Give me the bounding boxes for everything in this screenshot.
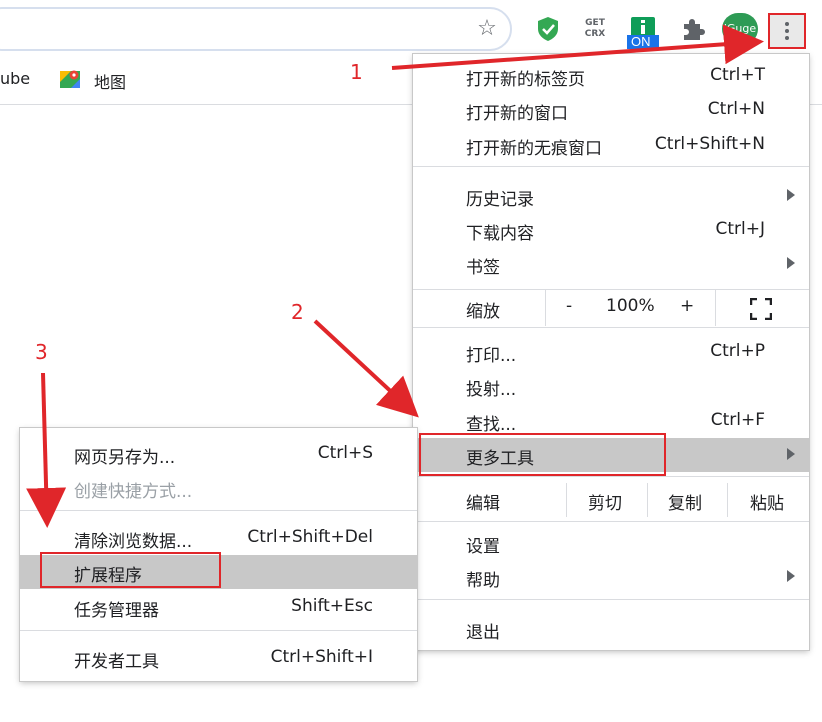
bookmark-youtube[interactable]: ube — [0, 69, 30, 88]
menu-divider — [413, 166, 809, 167]
menu-item-shortcut: Ctrl+N — [707, 99, 765, 119]
menu-item-settings[interactable]: 设置 — [413, 526, 809, 560]
submenu-item-label: 任务管理器 — [74, 601, 159, 621]
iguge-icon[interactable]: iGuge — [722, 13, 758, 45]
submenu-divider — [20, 630, 417, 631]
menu-item-shortcut: Ctrl+F — [710, 410, 765, 430]
chevron-right-icon — [787, 448, 795, 460]
menu-item-label: 帮助 — [466, 571, 500, 591]
menu-item-history[interactable]: 历史记录 — [413, 179, 809, 213]
menu-dot — [785, 22, 789, 26]
chevron-right-icon — [787, 570, 795, 582]
menu-item-label: 投射... — [466, 380, 517, 400]
copy-button[interactable]: 复制 — [668, 489, 702, 514]
menu-divider — [413, 476, 809, 477]
menu-item-label: 下载内容 — [466, 224, 534, 244]
menu-divider — [413, 327, 809, 328]
submenu-item-label: 网页另存为... — [74, 448, 176, 468]
zoom-divider — [545, 290, 546, 326]
submenu-item-shortcut: Ctrl+S — [317, 443, 373, 463]
submenu-item-shortcut: Ctrl+Shift+Del — [247, 527, 373, 547]
browser-toolbar: ☆ GET CRX ON iGuge — [0, 0, 822, 58]
menu-item-exit[interactable]: 退出 — [413, 612, 809, 646]
menu-item-help[interactable]: 帮助 — [413, 560, 809, 594]
chrome-main-menu: 打开新的标签页 Ctrl+T 打开新的窗口 Ctrl+N 打开新的无痕窗口 Ct… — [413, 54, 809, 650]
menu-item-print[interactable]: 打印... Ctrl+P — [413, 335, 809, 369]
menu-item-new-tab[interactable]: 打开新的标签页 Ctrl+T — [413, 59, 809, 93]
menu-item-cast[interactable]: 投射... — [413, 369, 809, 403]
menu-item-label: 打开新的标签页 — [466, 70, 585, 90]
get-crx-line2: CRX — [584, 29, 606, 39]
paste-button[interactable]: 粘贴 — [750, 489, 784, 514]
submenu-item-save-page[interactable]: 网页另存为... Ctrl+S — [20, 437, 417, 471]
info-on-icon[interactable]: ON — [627, 15, 659, 49]
menu-item-label: 退出 — [466, 623, 500, 643]
menu-item-bookmarks[interactable]: 书签 — [413, 247, 809, 281]
submenu-item-label: 清除浏览数据... — [74, 532, 193, 552]
menu-item-shortcut: Ctrl+Shift+N — [654, 134, 765, 154]
more-vert-icon[interactable] — [768, 13, 806, 49]
puzzle-icon[interactable] — [678, 14, 708, 44]
menu-divider — [413, 521, 809, 522]
edit-divider — [727, 483, 728, 517]
menu-item-label: 历史记录 — [466, 190, 534, 210]
menu-item-shortcut: Ctrl+P — [710, 341, 765, 361]
iguge-text: iGuge — [723, 22, 757, 35]
maps-icon — [59, 68, 81, 90]
submenu-item-shortcut: Shift+Esc — [291, 596, 373, 616]
edit-divider — [566, 483, 567, 517]
menu-item-label: 书签 — [466, 258, 500, 278]
menu-item-label: 设置 — [466, 537, 500, 557]
chevron-right-icon — [787, 257, 795, 269]
annotation-step-1: 1 — [350, 60, 363, 84]
menu-item-new-window[interactable]: 打开新的窗口 Ctrl+N — [413, 93, 809, 127]
menu-item-shortcut: Ctrl+J — [715, 219, 765, 239]
menu-item-label: 查找... — [466, 415, 517, 435]
annotation-step-2: 2 — [291, 300, 304, 324]
get-crx-icon[interactable]: GET CRX — [580, 18, 610, 48]
arrow-step-2 — [313, 319, 419, 418]
menu-item-label: 打开新的无痕窗口 — [466, 139, 602, 159]
submenu-item-label: 创建快捷方式... — [74, 482, 193, 502]
submenu-item-dev-tools[interactable]: 开发者工具 Ctrl+Shift+I — [20, 641, 417, 675]
chevron-right-icon — [787, 189, 795, 201]
menu-item-label: 打印... — [466, 346, 517, 366]
submenu-divider — [20, 510, 417, 511]
submenu-item-create-shortcut: 创建快捷方式... — [20, 471, 417, 505]
menu-item-new-incognito[interactable]: 打开新的无痕窗口 Ctrl+Shift+N — [413, 128, 809, 162]
bookmark-maps[interactable]: 地图 — [94, 69, 126, 93]
edit-label: 编辑 — [466, 494, 500, 514]
menu-item-label: 打开新的窗口 — [466, 104, 568, 124]
more-tools-highlight-box — [419, 433, 666, 476]
zoom-in-button[interactable]: + — [680, 296, 694, 316]
menu-divider — [413, 599, 809, 600]
menu-edit-row: 编辑 剪切 复制 粘贴 — [413, 483, 809, 517]
menu-item-downloads[interactable]: 下载内容 Ctrl+J — [413, 213, 809, 247]
submenu-item-shortcut: Ctrl+Shift+I — [270, 647, 373, 667]
menu-dot — [785, 29, 789, 33]
annotation-step-3: 3 — [35, 340, 48, 364]
on-badge-text: ON — [631, 34, 651, 49]
zoom-out-button[interactable]: - — [566, 296, 572, 316]
menu-item-shortcut: Ctrl+T — [710, 65, 765, 85]
menu-zoom-row: 缩放 - 100% + — [413, 290, 809, 326]
submenu-item-label: 开发者工具 — [74, 652, 159, 672]
edit-divider — [647, 483, 648, 517]
submenu-item-clear-data[interactable]: 清除浏览数据... Ctrl+Shift+Del — [20, 521, 417, 555]
shield-check-icon[interactable] — [533, 14, 563, 44]
address-bar[interactable] — [0, 7, 512, 51]
zoom-divider — [715, 290, 716, 326]
star-outline-icon[interactable]: ☆ — [475, 17, 499, 41]
zoom-value: 100% — [606, 296, 655, 316]
menu-dot — [785, 36, 789, 40]
cut-button[interactable]: 剪切 — [588, 489, 622, 514]
fullscreen-icon[interactable] — [749, 297, 773, 321]
submenu-item-task-manager[interactable]: 任务管理器 Shift+Esc — [20, 590, 417, 624]
get-crx-line1: GET — [585, 18, 605, 28]
zoom-label: 缩放 — [466, 302, 500, 322]
extensions-highlight-box — [40, 552, 221, 588]
